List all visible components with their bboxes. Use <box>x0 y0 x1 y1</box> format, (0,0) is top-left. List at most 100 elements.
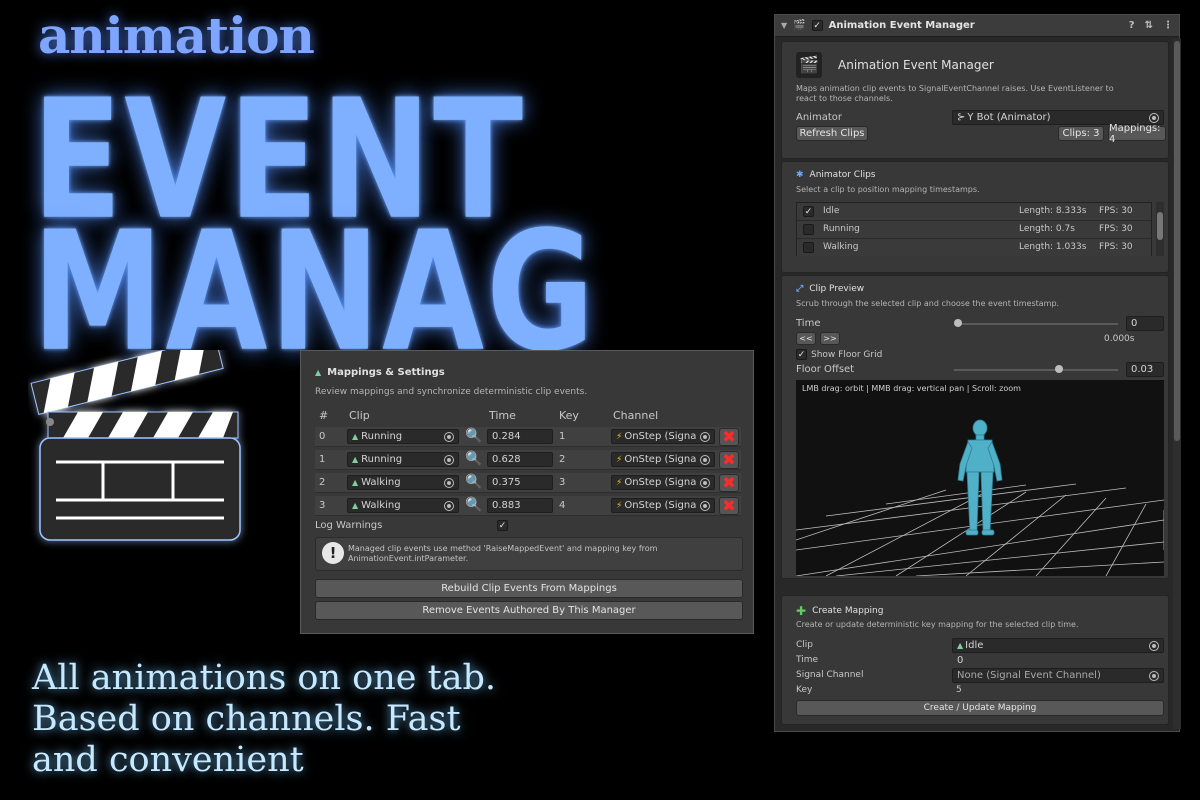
create-mapping-section: ✚ Create Mapping Create or update determ… <box>781 595 1169 725</box>
preview-scene <box>796 419 1164 576</box>
object-picker-icon[interactable] <box>444 454 454 465</box>
show-floor-toggle[interactable]: ✓ Show Floor Grid <box>796 349 882 360</box>
component-enabled-checkbox[interactable]: ✓ <box>811 20 823 31</box>
time-slider[interactable] <box>954 319 1118 327</box>
clip-checkbox[interactable] <box>803 224 814 235</box>
clip-checkbox[interactable] <box>803 242 814 253</box>
mapping-channel-field[interactable]: ⚡ OnStep (Signa <box>611 429 715 444</box>
create-clip-field[interactable]: ▲ Idle <box>952 638 1164 653</box>
col-header-channel: Channel <box>613 409 659 422</box>
lightning-icon: ⚡ <box>616 431 623 442</box>
clip-list-item[interactable]: Running Length: 0.7s FPS: 30 <box>797 221 1151 239</box>
col-header-index: # <box>319 409 329 422</box>
signal-channel-field[interactable]: None (Signal Event Channel) <box>952 668 1164 683</box>
inspector-scroll-thumb[interactable] <box>1174 41 1180 441</box>
clip-length: Length: 1.033s <box>1019 242 1087 252</box>
object-picker-icon[interactable] <box>444 431 454 442</box>
clip-list-item[interactable]: Walking Length: 1.033s FPS: 30 <box>797 239 1151 256</box>
object-picker-icon[interactable] <box>1149 640 1159 651</box>
manager-title: Animation Event Manager <box>838 58 994 72</box>
create-key-label: Key <box>796 685 813 695</box>
create-update-mapping-button[interactable]: Create / Update Mapping <box>796 700 1164 716</box>
floor-offset-slider[interactable] <box>954 365 1118 373</box>
mapping-index: 0 <box>319 431 326 442</box>
remove-authored-events-button[interactable]: Remove Events Authored By This Manager <box>315 601 743 620</box>
floor-offset-slider-thumb[interactable] <box>1055 365 1064 373</box>
tagline-line: Based on channels. Fast <box>32 699 461 739</box>
clip-list-item[interactable]: ✓ Idle Length: 8.333s FPS: 30 <box>797 203 1151 221</box>
info-text: Managed clip events use method 'RaiseMap… <box>348 544 658 563</box>
component-header[interactable]: ▼ 🎬 ✓ Animation Event Manager ? ⇅ ⋮ <box>775 15 1179 37</box>
mapping-clip-field[interactable]: ▲ Walking <box>347 475 459 490</box>
locate-time-icon[interactable]: 🔍 <box>465 475 482 489</box>
info-icon: ! <box>322 542 344 564</box>
foldout-arrow-icon[interactable]: ▼ <box>781 21 787 30</box>
step-back-button[interactable]: << <box>796 332 816 345</box>
mapping-channel-field[interactable]: ⚡ OnStep (Signa <box>611 452 715 467</box>
locate-time-icon[interactable]: 🔍 <box>465 452 482 466</box>
object-picker-icon[interactable] <box>700 500 710 511</box>
mapping-channel-field[interactable]: ⚡ OnStep (Signa <box>611 475 715 490</box>
mapping-channel-value: OnStep (Signa <box>624 500 697 511</box>
more-options-icon[interactable]: ⋮ <box>1163 20 1173 31</box>
mapping-time-input[interactable]: 0.883 <box>487 498 553 513</box>
clip-checkbox[interactable]: ✓ <box>803 206 814 217</box>
mapping-clip-value: Running <box>361 454 403 465</box>
animator-clips-section: ✱ Animator Clips Select a clip to positi… <box>781 161 1169 273</box>
plus-icon: ✚ <box>796 604 807 618</box>
object-picker-icon[interactable] <box>1149 670 1159 681</box>
floor-offset-input[interactable]: 0.03 <box>1126 362 1164 377</box>
create-time-input[interactable]: 0 <box>952 653 1164 668</box>
presets-icon[interactable]: ⇅ <box>1145 20 1153 31</box>
mapping-time-input[interactable]: 0.284 <box>487 429 553 444</box>
step-forward-button[interactable]: >> <box>820 332 840 345</box>
show-floor-checkbox[interactable]: ✓ <box>796 349 807 360</box>
create-key-value[interactable]: 5 <box>956 685 962 695</box>
clip-preview-description: Scrub through the selected clip and choo… <box>796 299 1060 308</box>
locate-time-icon[interactable]: 🔍 <box>465 429 482 443</box>
time-input[interactable]: 0 <box>1126 316 1164 331</box>
object-picker-icon[interactable] <box>444 477 454 488</box>
delete-mapping-button[interactable]: ✖ <box>719 451 739 469</box>
col-header-time: Time <box>489 409 516 422</box>
mapping-key[interactable]: 2 <box>559 454 565 465</box>
delete-mapping-button[interactable]: ✖ <box>719 474 739 492</box>
mapping-time-input[interactable]: 0.375 <box>487 475 553 490</box>
time-slider-thumb[interactable] <box>954 319 962 327</box>
time-seconds-readout: 0.000s <box>1104 334 1135 344</box>
help-icon[interactable]: ? <box>1129 20 1135 31</box>
object-picker-icon[interactable] <box>1149 112 1159 123</box>
clip-preview-header: ⤢ Clip Preview <box>796 284 864 294</box>
locate-time-icon[interactable]: 🔍 <box>465 498 482 512</box>
mapping-index: 3 <box>319 500 326 511</box>
clip-list-scroll-thumb[interactable] <box>1157 212 1163 240</box>
mapping-clip-field[interactable]: ▲ Running <box>347 452 459 467</box>
object-picker-icon[interactable] <box>700 431 710 442</box>
delete-mapping-button[interactable]: ✖ <box>719 428 739 446</box>
clip-name: Walking <box>823 242 859 252</box>
object-picker-icon[interactable] <box>700 477 710 488</box>
manager-header-section: 🎬 Animation Event Manager Maps animation… <box>781 41 1169 159</box>
rebuild-clip-events-button[interactable]: Rebuild Clip Events From Mappings <box>315 579 743 598</box>
clip-preview-section: ⤢ Clip Preview Scrub through the selecte… <box>781 275 1169 579</box>
animator-label: Animator <box>796 112 842 123</box>
refresh-clips-button[interactable]: Refresh Clips <box>796 126 868 141</box>
mapping-key[interactable]: 1 <box>559 431 565 442</box>
create-mapping-header: ✚ Create Mapping <box>796 604 883 618</box>
delete-mapping-button[interactable]: ✖ <box>719 497 739 515</box>
mapping-key[interactable]: 4 <box>559 500 565 511</box>
promo-tagline: All animations on one tab. Based on chan… <box>32 658 592 781</box>
mapping-key[interactable]: 3 <box>559 477 565 488</box>
object-picker-icon[interactable] <box>444 500 454 511</box>
clip-fps: FPS: 30 <box>1099 224 1133 234</box>
mapping-clip-field[interactable]: ▲ Running <box>347 429 459 444</box>
clip-list-scrollbar[interactable] <box>1156 202 1164 256</box>
create-clip-label: Clip <box>796 640 813 650</box>
inspector-scrollbar[interactable] <box>1173 39 1181 729</box>
mapping-clip-field[interactable]: ▲ Walking <box>347 498 459 513</box>
mapping-channel-field[interactable]: ⚡ OnStep (Signa <box>611 498 715 513</box>
preview-viewport[interactable]: LMB drag: orbit | MMB drag: vertical pan… <box>796 380 1164 576</box>
log-warnings-checkbox[interactable]: ✓ <box>497 520 508 531</box>
mapping-time-input[interactable]: 0.628 <box>487 452 553 467</box>
object-picker-icon[interactable] <box>700 454 710 465</box>
